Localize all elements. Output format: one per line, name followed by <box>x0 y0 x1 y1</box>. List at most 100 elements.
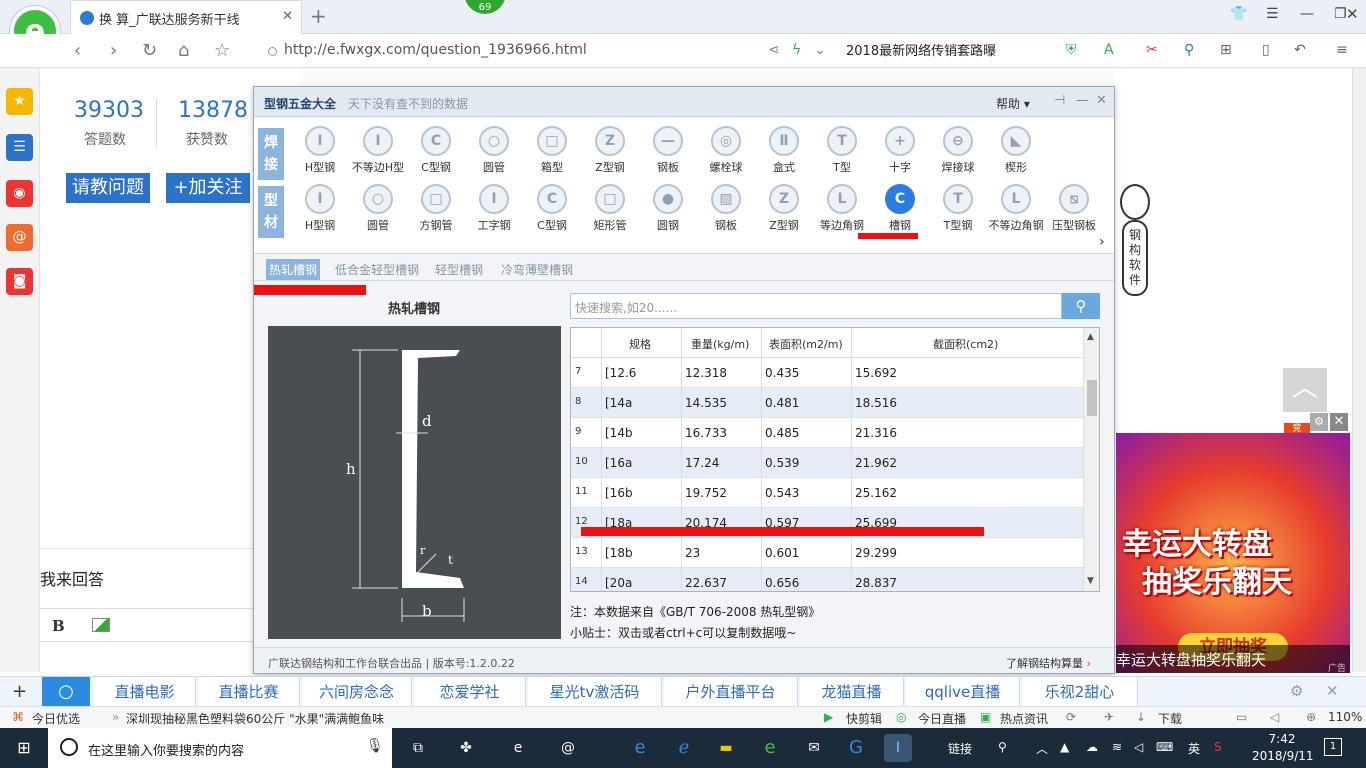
grid-scrollbar[interactable]: ▲ ▼ <box>1083 328 1099 591</box>
profile-item[interactable]: T T型 <box>814 126 870 175</box>
hotbar-close-icon[interactable]: ✕ <box>1326 682 1339 700</box>
share-icon[interactable]: ⋖ <box>768 42 780 58</box>
profile-item[interactable]: C 槽钢 <box>872 184 928 233</box>
hotbar-settings-icon[interactable]: ⚙ <box>1290 682 1303 700</box>
dialog-close-icon[interactable]: ✕ <box>1096 93 1107 108</box>
back-to-top-icon[interactable]: ︿ <box>1283 368 1327 412</box>
table-row[interactable]: 14 [20a 22.637 0.656 28.837 <box>571 568 1083 591</box>
table-row[interactable]: 13 [18b 23 0.601 29.299 <box>571 538 1083 568</box>
more-menu-icon[interactable]: ≡ <box>1336 42 1348 58</box>
insert-image-icon[interactable] <box>92 618 110 632</box>
profile-item[interactable]: — 钢板 <box>640 126 696 175</box>
profile-item[interactable]: ⧅ 压型钢板 <box>1046 184 1102 233</box>
search-box[interactable]: 2018最新网络传销套路曝 <box>846 40 1046 59</box>
new-tab-icon[interactable]: + <box>310 4 327 28</box>
profile-item[interactable]: I 工字钢 <box>466 184 522 233</box>
menu-icon[interactable]: ☰ <box>1266 6 1279 22</box>
tools-icon[interactable]: ✈ <box>1104 710 1114 724</box>
list-icon[interactable]: ☰ <box>6 134 33 161</box>
ime-language[interactable]: 英 <box>1188 740 1200 757</box>
profile-item[interactable]: ◣ 楔形 <box>988 126 1044 175</box>
grid-column-header[interactable]: 重量(kg/m) <box>691 336 749 352</box>
hot-link[interactable]: qqlive直播 <box>906 677 1020 707</box>
sub-tab[interactable]: 低合金轻型槽钢 <box>332 259 422 280</box>
favorites-star-icon[interactable]: ★ <box>6 88 33 115</box>
profile-item[interactable]: ● 圆钢 <box>640 184 696 233</box>
profile-item[interactable]: Z Z型钢 <box>756 184 812 233</box>
download-link[interactable]: 下载 <box>1158 710 1182 727</box>
window-close-icon[interactable]: ✕ <box>1346 5 1359 23</box>
favorite-star-icon[interactable]: ☆ <box>214 40 230 61</box>
task-view-icon[interactable]: ⧉ <box>404 734 432 762</box>
app-pinwheel-icon[interactable]: ✤ <box>452 734 480 762</box>
profile-item[interactable]: □ 箱型 <box>524 126 580 175</box>
hot-news-link[interactable]: 热点资讯 <box>1000 710 1048 727</box>
profile-item[interactable]: I 不等边H型 <box>350 126 406 175</box>
sub-tab[interactable]: 热轧槽钢 <box>266 259 321 280</box>
edge-icon[interactable]: e <box>626 734 654 762</box>
wifi-icon[interactable]: ≋ <box>1112 740 1122 754</box>
news-ticker[interactable]: 深圳现抽秘黑色塑料袋60公斤 "水果"满满鲍鱼味 <box>126 710 384 727</box>
sub-tab[interactable]: 冷弯薄壁槽钢 <box>498 259 576 280</box>
links-toolbar[interactable]: 链接 <box>948 740 972 757</box>
microphone-icon[interactable]: 🎙 <box>366 738 384 754</box>
keyboard-icon[interactable]: ⌨ <box>1156 740 1173 754</box>
profile-item[interactable]: + 十字 <box>872 126 928 175</box>
hot-link[interactable]: 直播电影 <box>94 677 196 707</box>
follow-button[interactable]: +加关注 <box>166 173 250 203</box>
ad-close-icon[interactable]: ✕ <box>1330 413 1348 431</box>
phone-icon[interactable]: ▯ <box>1262 42 1270 58</box>
shirt-skin-icon[interactable]: 👕 <box>1230 6 1247 22</box>
mail-envelope-icon[interactable]: ✉ <box>800 734 828 762</box>
sogou-ime-icon[interactable]: S <box>1214 740 1222 754</box>
grid-column-header[interactable]: 规格 <box>629 336 651 352</box>
profile-item[interactable]: □ 矩形管 <box>582 184 638 233</box>
minimize-icon[interactable]: — <box>1300 6 1314 22</box>
profile-item[interactable]: ○ 圆管 <box>466 126 522 175</box>
table-row[interactable]: 9 [14b 16.733 0.485 21.316 <box>571 418 1083 448</box>
windows-start-icon[interactable]: ⊞ <box>0 728 48 768</box>
tray-app-icon[interactable]: ▲ <box>1060 740 1069 754</box>
scroll-down-icon[interactable]: ▼ <box>1087 576 1094 586</box>
tray-chevron-icon[interactable]: ︿ <box>1036 740 1048 757</box>
quick-clip-link[interactable]: 快剪辑 <box>846 710 882 727</box>
more-right-chevron-icon[interactable]: › <box>1099 234 1105 250</box>
hot-link[interactable]: 乐视2甜心 <box>1022 677 1138 707</box>
tab-close-icon[interactable]: ✕ <box>282 9 293 24</box>
apps-grid-icon[interactable]: ⊞ <box>1220 42 1232 58</box>
lottery-ad[interactable]: 幸运大转盘 抽奖乐翻天 立即抽奖 幸运大转盘抽奖乐翻天 广告 <box>1116 433 1350 673</box>
file-explorer-icon[interactable]: ▬ <box>712 734 740 762</box>
grid-column-header[interactable]: 截面积(cm2) <box>933 336 998 352</box>
undo-icon[interactable]: ↶ <box>1294 42 1306 58</box>
profile-item[interactable]: Ⅱ 盒式 <box>756 126 812 175</box>
mail-icon[interactable]: @ <box>6 224 33 251</box>
profile-item[interactable]: C C型钢 <box>524 184 580 233</box>
help-menu[interactable]: 帮助 ▾ <box>996 95 1030 112</box>
app-spiral-icon[interactable]: @ <box>554 734 582 762</box>
today-pick-link[interactable]: 今日优选 <box>32 710 80 727</box>
table-row[interactable]: 10 [16a 17.24 0.539 21.962 <box>571 448 1083 478</box>
shield-icon[interactable]: ⛨ <box>1066 42 1077 58</box>
hot-link[interactable]: 直播比赛 <box>198 677 300 707</box>
search-icon[interactable]: ⚲ <box>1184 42 1194 58</box>
360-browser-icon[interactable]: e <box>756 734 784 762</box>
dialog-minimize-icon[interactable]: — <box>1076 93 1089 108</box>
scrollbar-thumb[interactable] <box>1087 380 1097 416</box>
hot-link[interactable]: 户外直播平台 <box>664 677 798 707</box>
profile-item[interactable]: L 等边角钢 <box>814 184 870 233</box>
quick-search-input[interactable]: 快速搜索,如20...... <box>570 293 1062 319</box>
profile-item[interactable]: I H型钢 <box>292 126 348 175</box>
ie-icon[interactable]: ℯ <box>670 734 698 762</box>
profile-item[interactable]: I H型钢 <box>292 184 348 233</box>
learn-more-link[interactable]: 了解钢结构算量 › <box>1006 655 1091 671</box>
dropdown-chevron-icon[interactable]: ⌄ <box>814 42 826 58</box>
page-scrollbar[interactable] <box>1352 68 1366 672</box>
hot-link[interactable]: 恋爱学社 <box>414 677 526 707</box>
profile-item[interactable]: C C型钢 <box>408 126 464 175</box>
hot-link[interactable]: 星光tv激活码 <box>528 677 662 707</box>
profile-item[interactable]: □ 方钢管 <box>408 184 464 233</box>
lightning-icon[interactable]: ϟ <box>792 42 801 58</box>
scissors-icon[interactable]: ✂ <box>1146 42 1158 58</box>
profile-item[interactable]: Z Z型钢 <box>582 126 638 175</box>
profile-item[interactable]: L 不等边角钢 <box>988 184 1044 233</box>
